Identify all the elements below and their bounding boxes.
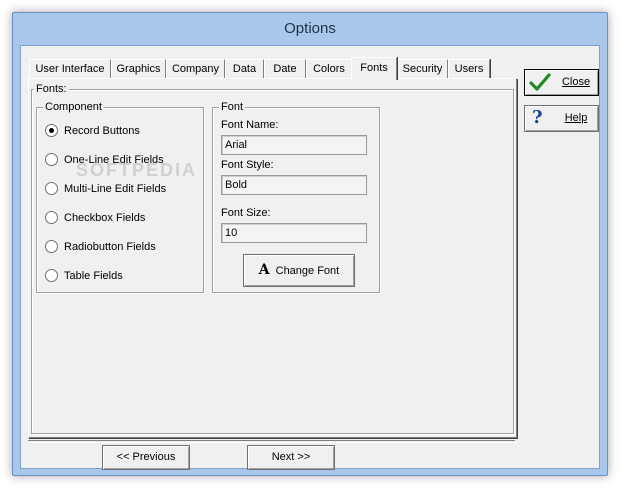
options-window: Options User Interface Graphics Company … [12,12,608,476]
radio-label: One-Line Edit Fields [64,154,164,166]
radio-indicator[interactable] [45,152,58,166]
bottom-divider [28,440,515,443]
tab-user-interface[interactable]: User Interface [29,59,111,79]
close-button[interactable]: Close [524,69,599,96]
help-question-icon: ? [532,107,543,128]
tab-colors[interactable]: Colors [306,59,352,79]
window-title: Options [284,20,336,37]
radio-indicator-checked[interactable] [45,123,58,137]
radio-table-fields[interactable]: Table Fields [45,268,123,284]
fonts-tab-panel: Fonts: Component Record Buttons One-Line… [28,78,517,438]
font-group-label: Font [219,100,246,114]
font-name-field: Arial [221,135,367,155]
previous-button[interactable]: << Previous [102,445,190,470]
font-style-field: Bold [221,175,367,195]
change-font-button[interactable]: A Change Font [243,254,355,287]
radio-label: Multi-Line Edit Fields [64,183,167,195]
radio-radiobutton-fields[interactable]: Radiobutton Fields [45,239,156,255]
font-size-label: Font Size: [221,207,271,219]
font-size-field: 10 [221,223,367,243]
tab-data[interactable]: Data [225,59,264,79]
dialog-client-area: User Interface Graphics Company Data Dat… [20,45,600,470]
close-button-label: Close [561,76,591,88]
tab-graphics[interactable]: Graphics [111,59,166,79]
radio-indicator[interactable] [45,268,58,282]
help-button-label: Help [564,112,588,124]
radio-one-line-edit-fields[interactable]: One-Line Edit Fields [45,152,164,168]
radio-indicator[interactable] [45,210,58,224]
fonts-group: Fonts: Component Record Buttons One-Line… [31,82,514,434]
fonts-group-label: Fonts: [34,82,69,96]
radio-label: Radiobutton Fields [64,241,156,253]
radio-record-buttons[interactable]: Record Buttons [45,123,140,139]
radio-checkbox-fields[interactable]: Checkbox Fields [45,210,145,226]
font-letter-icon: A [258,262,270,278]
tab-security[interactable]: Security [397,59,448,79]
help-button[interactable]: ? Help [524,105,599,132]
tab-date[interactable]: Date [264,59,306,79]
font-group: Font Font Name: Arial Font Style: Bold F… [212,100,380,293]
font-style-label: Font Style: [221,159,274,171]
tab-fonts[interactable]: Fonts [351,57,397,80]
radio-label: Checkbox Fields [64,212,146,224]
component-group: Component Record Buttons One-Line Edit F… [36,100,204,293]
font-name-label: Font Name: [221,119,279,131]
radio-indicator[interactable] [45,181,58,195]
radio-label: Table Fields [64,270,123,282]
component-group-label: Component [43,100,104,114]
radio-indicator[interactable] [45,239,58,253]
radio-label: Record Buttons [64,125,140,137]
checkmark-icon [529,73,551,91]
tab-company[interactable]: Company [166,59,225,79]
change-font-label: Change Font [275,265,340,277]
radio-multi-line-edit-fields[interactable]: Multi-Line Edit Fields [45,181,166,197]
next-button[interactable]: Next >> [247,445,335,470]
tab-users[interactable]: Users [448,59,490,79]
